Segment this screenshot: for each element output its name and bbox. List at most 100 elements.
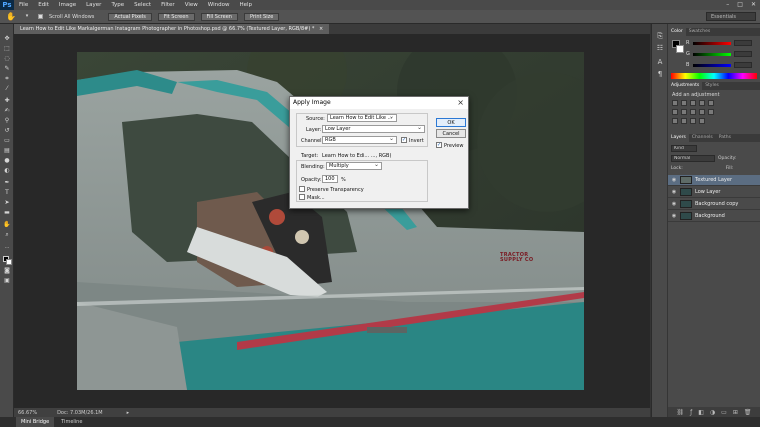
photo-filter-icon[interactable] (699, 109, 705, 115)
zoom-level[interactable]: 66.67% (18, 410, 37, 416)
actual-pixels-button[interactable]: Actual Pixels (108, 12, 152, 21)
menu-edit[interactable]: Edit (33, 2, 54, 8)
history-panel-icon[interactable]: ⎘ (655, 32, 665, 40)
maximize-icon[interactable]: □ (737, 0, 743, 10)
threshold-icon[interactable] (690, 118, 696, 124)
menu-layer[interactable]: Layer (81, 2, 106, 8)
menu-file[interactable]: File (14, 2, 33, 8)
ok-button[interactable]: OK (436, 118, 466, 127)
document-tab[interactable]: Learn How to Edit Like Markalgerman Inst… (14, 24, 330, 34)
shape-tool-icon[interactable]: ▬ (3, 210, 11, 216)
type-tool-icon[interactable]: T (3, 190, 11, 196)
posterize-icon[interactable] (681, 118, 687, 124)
delete-layer-icon[interactable]: 🗑 (744, 409, 752, 416)
gradient-map-icon[interactable] (699, 118, 705, 124)
blur-tool-icon[interactable]: ● (3, 158, 11, 164)
close-icon[interactable]: ✕ (751, 0, 756, 10)
scroll-all-windows-checkbox[interactable] (38, 14, 43, 19)
zoom-tool-icon[interactable]: ⌕ (3, 232, 11, 238)
tab-timeline[interactable]: Timeline (56, 417, 87, 427)
preview-checkbox[interactable]: ✓ (436, 142, 442, 148)
tab-mini-bridge[interactable]: Mini Bridge (16, 417, 55, 427)
color-slider-r[interactable]: R (686, 40, 756, 46)
curves-icon[interactable] (690, 100, 696, 106)
fit-screen-button[interactable]: Fit Screen (157, 12, 195, 21)
new-layer-icon[interactable]: ⊞ (733, 409, 738, 416)
color-slider-b[interactable]: B (686, 62, 756, 68)
eye-icon[interactable]: ◉ (671, 201, 677, 207)
color-balance-icon[interactable] (681, 109, 687, 115)
new-adjustment-icon[interactable]: ◑ (710, 409, 715, 416)
fx-icon[interactable]: ƒ (690, 409, 692, 416)
exposure-icon[interactable] (699, 100, 705, 106)
crop-tool-icon[interactable]: ⌗ (3, 76, 11, 82)
brightness-icon[interactable] (672, 100, 678, 106)
layer-select[interactable]: Low Layer (322, 125, 425, 133)
quick-mask-icon[interactable]: ◙ (3, 268, 11, 274)
character-panel-icon[interactable]: A (655, 58, 665, 66)
history-brush-tool-icon[interactable]: ↺ (3, 128, 11, 134)
menu-image[interactable]: Image (54, 2, 81, 8)
minimize-icon[interactable]: – (726, 0, 729, 10)
tab-layers[interactable]: Layers (668, 134, 689, 142)
new-group-icon[interactable]: ▭ (721, 409, 727, 416)
tab-swatches[interactable]: Swatches (686, 28, 714, 36)
opacity-input[interactable]: 100 (322, 175, 338, 183)
background-color-swatch[interactable] (6, 259, 12, 265)
print-size-button[interactable]: Print Size (243, 12, 280, 21)
tool-preset-chevron-icon[interactable]: ▾ (22, 12, 32, 21)
menu-select[interactable]: Select (129, 2, 156, 8)
eraser-tool-icon[interactable]: ▭ (3, 138, 11, 144)
layer-row[interactable]: ◉ Background copy (668, 199, 760, 210)
channel-mixer-icon[interactable] (708, 109, 714, 115)
eyedropper-tool-icon[interactable]: ⁄ (3, 86, 11, 92)
invert-checkbox[interactable]: ✓ (401, 137, 407, 143)
pen-tool-icon[interactable]: ✒ (3, 180, 11, 186)
cancel-button[interactable]: Cancel (436, 129, 466, 138)
clone-stamp-tool-icon[interactable]: ⚲ (3, 118, 11, 124)
layer-row[interactable]: ◉ Low Layer (668, 187, 760, 198)
menu-view[interactable]: View (180, 2, 203, 8)
fill-screen-button[interactable]: Fill Screen (200, 12, 238, 21)
path-selection-tool-icon[interactable]: ➤ (3, 200, 11, 206)
dialog-close-icon[interactable]: × (457, 97, 464, 109)
layer-row[interactable]: ◉ Textured Layer (668, 175, 760, 186)
eye-icon[interactable]: ◉ (671, 177, 677, 183)
tab-adjustments[interactable]: Adjustments (668, 82, 703, 90)
hand-tool-icon[interactable]: ✋ (6, 12, 16, 21)
hue-saturation-icon[interactable] (672, 109, 678, 115)
move-tool-icon[interactable]: ✥ (3, 36, 11, 42)
menu-filter[interactable]: Filter (156, 2, 180, 8)
lasso-tool-icon[interactable]: ◌ (3, 56, 11, 62)
background-color-swatch[interactable] (676, 45, 684, 53)
menu-type[interactable]: Type (106, 2, 129, 8)
properties-panel-icon[interactable]: ☷ (655, 44, 665, 52)
blending-select[interactable]: Multiply (326, 162, 382, 170)
source-select[interactable]: Learn How to Edit Like ... (327, 114, 397, 122)
marquee-tool-icon[interactable]: ⬚ (3, 46, 11, 52)
workspace-select[interactable]: Essentials (706, 12, 756, 21)
menu-window[interactable]: Window (203, 2, 235, 8)
tab-color[interactable]: Color (668, 28, 686, 36)
vibrance-icon[interactable] (708, 100, 714, 106)
screen-mode-icon[interactable]: ▣ (3, 278, 11, 284)
color-spectrum[interactable] (671, 73, 757, 79)
layer-row[interactable]: ◉ Background (668, 211, 760, 222)
tab-paths[interactable]: Paths (716, 134, 734, 142)
document-tab-close-icon[interactable]: × (319, 26, 323, 32)
link-layers-icon[interactable]: ⛓ (677, 409, 685, 416)
more-tools-icon[interactable]: … (3, 244, 11, 250)
paragraph-panel-icon[interactable]: ¶ (655, 70, 665, 78)
levels-icon[interactable] (681, 100, 687, 106)
brush-tool-icon[interactable]: ✍ (3, 108, 11, 114)
tab-styles[interactable]: Styles (702, 82, 722, 90)
preserve-transparency-checkbox[interactable] (299, 186, 305, 192)
layer-kind-select[interactable]: Kind (671, 145, 697, 152)
hand-tool-icon[interactable]: ✋ (3, 222, 11, 228)
add-mask-icon[interactable]: ◧ (698, 409, 704, 416)
color-slider-g[interactable]: G (686, 51, 756, 57)
invert-icon[interactable] (672, 118, 678, 124)
blend-mode-select[interactable]: Normal (671, 155, 715, 162)
status-arrow-icon[interactable]: ▸ (127, 410, 130, 416)
menu-help[interactable]: Help (234, 2, 257, 8)
